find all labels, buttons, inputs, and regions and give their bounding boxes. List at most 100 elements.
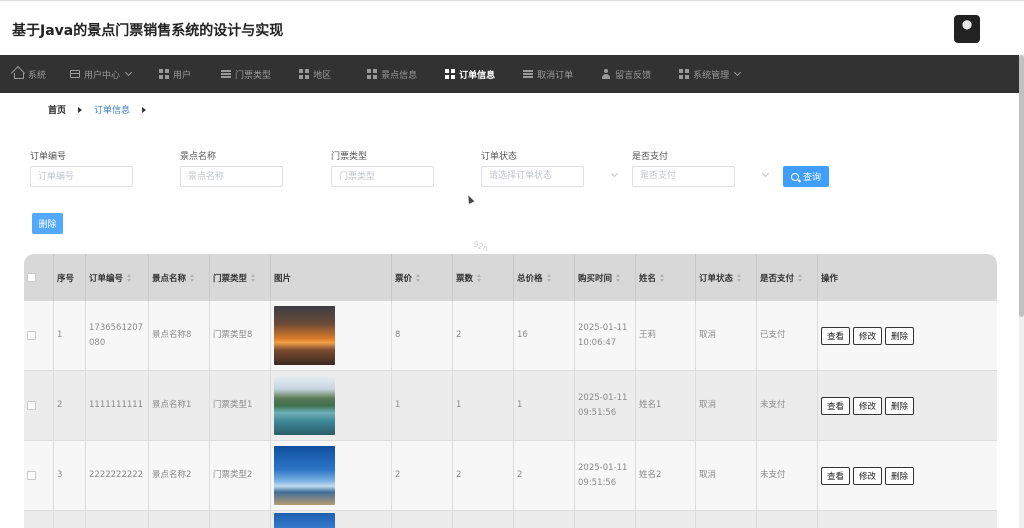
home-icon xyxy=(14,73,24,79)
mouse-cursor-icon xyxy=(465,194,475,204)
view-button[interactable]: 查看 xyxy=(821,326,851,345)
nav-item-cancel-orders[interactable]: 取消订单 xyxy=(523,55,573,93)
delete-button[interactable]: 删除 xyxy=(885,466,915,485)
nav-item-orders[interactable]: 订单信息 xyxy=(445,55,495,93)
edit-button[interactable]: 修改 xyxy=(853,326,883,345)
cell-order-no: 2222222222 xyxy=(85,441,148,510)
is-paid-select[interactable]: 是否支付 xyxy=(632,166,735,187)
grid-icon xyxy=(299,69,309,79)
header-ops: 操作 xyxy=(817,254,997,301)
header-select-all[interactable] xyxy=(24,254,53,301)
sort-icon[interactable] xyxy=(798,273,803,282)
sort-icon[interactable] xyxy=(737,273,742,282)
app-title: 基于Java的景点门票销售系统的设计与实现 xyxy=(12,23,284,39)
list-icon xyxy=(523,69,534,79)
cell-ticket-type: 门票类型2 xyxy=(209,441,270,510)
app-header: 基于Java的景点门票销售系统的设计与实现 xyxy=(0,0,1024,55)
select-all-checkbox[interactable] xyxy=(27,273,36,282)
nav-item-system[interactable]: 系统 xyxy=(14,55,46,93)
view-button[interactable]: 查看 xyxy=(821,396,851,415)
table-row: 3 2222222222 景点名称2 门票类型2 2 2 2 2025-01-1… xyxy=(24,441,997,511)
sort-icon[interactable] xyxy=(190,273,195,282)
query-button-label: 查询 xyxy=(802,172,821,182)
sort-icon[interactable] xyxy=(127,273,132,282)
nav-label: 系统 xyxy=(28,70,47,81)
spot-image[interactable] xyxy=(274,446,335,505)
breadcrumb-current: 订单信息 xyxy=(94,106,131,116)
ticket-type-input[interactable] xyxy=(331,166,434,187)
nav-item-ticket-types[interactable]: 门票类型 xyxy=(221,55,271,93)
nav-item-users[interactable]: 用户 xyxy=(159,55,191,93)
edit-button[interactable]: 修改 xyxy=(853,396,883,415)
view-button[interactable]: 查看 xyxy=(821,466,851,485)
sort-icon[interactable] xyxy=(660,273,665,282)
edit-button[interactable]: 修改 xyxy=(853,466,883,485)
spot-image[interactable] xyxy=(274,513,335,528)
breadcrumb-separator-icon xyxy=(142,106,147,113)
header-price[interactable]: 票价 xyxy=(391,254,452,301)
cell-spot-name: 景点名称1 xyxy=(148,371,209,440)
table-row: 1 1736561207080 景点名称8 门票类型8 8 2 16 2025-… xyxy=(24,301,997,371)
query-button[interactable]: 查询 xyxy=(783,166,829,187)
cell-buy-time: 2025-01-11 09:51:56 xyxy=(574,371,635,440)
header-buy-time[interactable]: 购买时间 xyxy=(574,254,635,301)
header-name[interactable]: 姓名 xyxy=(635,254,695,301)
grid-icon xyxy=(679,69,689,79)
grid-icon xyxy=(367,69,377,79)
header-qty[interactable]: 票数 xyxy=(452,254,513,301)
nav-item-spots[interactable]: 景点信息 xyxy=(367,55,417,93)
cell-paid: 已支付 xyxy=(756,301,817,370)
breadcrumb-separator-icon xyxy=(78,106,83,113)
header-status[interactable]: 订单状态 xyxy=(695,254,756,301)
sort-icon[interactable] xyxy=(546,273,551,282)
sort-icon[interactable] xyxy=(416,273,421,282)
breadcrumb-home[interactable]: 首页 xyxy=(48,103,66,116)
nav-label: 用户中心 xyxy=(84,70,121,81)
cell-order-no: 1736561207080 xyxy=(85,301,148,370)
cell-name: 姓名2 xyxy=(635,441,695,510)
nav-item-feedback[interactable]: 留言反馈 xyxy=(601,55,651,93)
scrollbar-thumb[interactable] xyxy=(1019,55,1024,317)
header-paid[interactable]: 是否支付 xyxy=(756,254,817,301)
cell-price: 8 xyxy=(391,301,452,370)
order-no-input[interactable] xyxy=(30,166,133,187)
order-status-select[interactable]: 请选择订单状态 xyxy=(481,166,584,187)
table-header: 序号 订单编号 景点名称 门票类型 图片 票价 票数 总价格 购买时间 姓名 订… xyxy=(24,254,997,301)
top-nav: 系统 用户中心 用户 门票类型 地区 景点信息 订单信息 取消订单 留言反馈 系… xyxy=(0,55,1020,93)
delete-button[interactable]: 删除 xyxy=(885,396,915,415)
user-icon xyxy=(601,69,611,79)
sort-icon[interactable] xyxy=(251,273,256,282)
nav-label: 系统管理 xyxy=(693,70,730,81)
batch-delete-button[interactable]: 删除 xyxy=(32,213,63,234)
cell-price: 1 xyxy=(391,371,452,440)
sort-icon[interactable] xyxy=(477,273,482,282)
nav-item-user-center[interactable]: 用户中心 xyxy=(70,55,133,93)
delete-button[interactable]: 删除 xyxy=(885,326,915,345)
spot-image[interactable] xyxy=(274,306,335,365)
page-scrollbar[interactable] xyxy=(1019,55,1024,528)
ticket-type-label: 门票类型 xyxy=(331,152,368,162)
cell-ticket-type: 门票类型1 xyxy=(209,371,270,440)
table-row: 2 1111111111 景点名称1 门票类型1 1 1 1 2025-01-1… xyxy=(24,371,997,441)
cell-paid: 未支付 xyxy=(756,371,817,440)
row-checkbox[interactable] xyxy=(27,331,36,340)
chevron-down-icon xyxy=(761,169,770,178)
row-checkbox[interactable] xyxy=(27,471,36,480)
row-checkbox[interactable] xyxy=(27,401,36,410)
header-total[interactable]: 总价格 xyxy=(513,254,574,301)
header-ticket-type[interactable]: 门票类型 xyxy=(209,254,270,301)
sort-icon[interactable] xyxy=(616,273,621,282)
header-order-no[interactable]: 订单编号 xyxy=(85,254,148,301)
cell-status: 取消 xyxy=(695,441,756,510)
nav-item-system-admin[interactable]: 系统管理 xyxy=(679,55,742,93)
header-spot-name[interactable]: 景点名称 xyxy=(148,254,209,301)
avatar[interactable] xyxy=(954,15,980,43)
nav-item-regions[interactable]: 地区 xyxy=(299,55,331,93)
spot-name-input[interactable] xyxy=(180,166,283,187)
cell-index: 3 xyxy=(53,441,85,510)
table-row xyxy=(24,511,997,528)
page: 基于Java的景点门票销售系统的设计与实现 系统 用户中心 用户 门票类型 地区… xyxy=(0,0,1024,528)
cell-buy-time: 2025-01-11 10:06:47 xyxy=(574,301,635,370)
chevron-down-icon xyxy=(610,169,619,178)
spot-image[interactable] xyxy=(274,376,335,435)
